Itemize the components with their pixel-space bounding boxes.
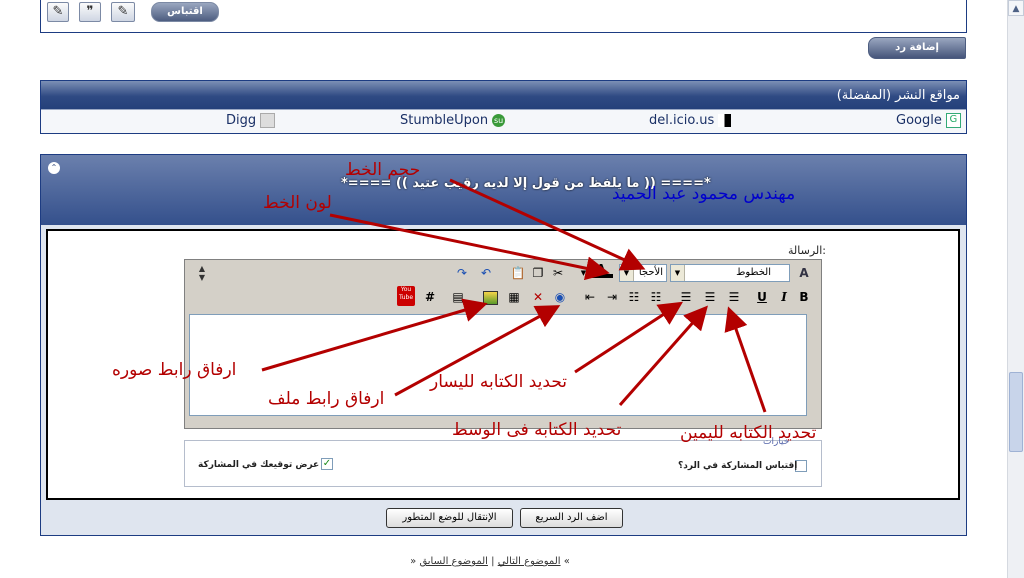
attach-image-arrow	[261, 298, 488, 372]
annotation-arrows	[261, 178, 767, 413]
annotation-font-color: لون الخط	[263, 193, 332, 213]
annotation-align-center: تحديد الكتابه فى الوسط	[452, 420, 622, 440]
align-left-arrow	[574, 301, 684, 374]
annotation-attach-image: ارفاق رابط صوره	[112, 360, 237, 380]
font-color-arrow	[329, 213, 610, 281]
align-right-arrow	[724, 306, 767, 413]
annotation-font-size: حجم الخط	[345, 160, 421, 180]
font-size-arrow	[449, 178, 646, 271]
annotation-align-left: تحديد الكتابه لليسار	[430, 372, 568, 392]
annotation-align-right: تحديد الكتابه لليمين	[680, 423, 817, 443]
align-center-arrow	[618, 305, 708, 406]
annotation-attach-file: ارفاق رابط ملف	[268, 389, 385, 409]
